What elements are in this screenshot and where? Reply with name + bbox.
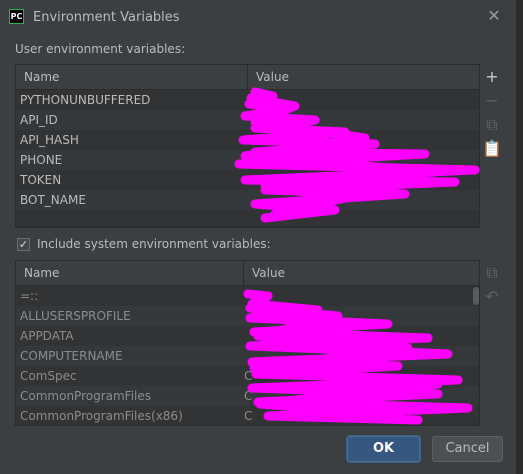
plus-icon[interactable]: +: [481, 66, 503, 88]
table-row[interactable]: COMPUTERNAME: [16, 346, 479, 366]
table-row[interactable]: TOKEN: [16, 170, 479, 190]
variable-name-cell[interactable]: ALLUSERSPROFILE: [16, 306, 131, 326]
copy-icon[interactable]: ⧉: [481, 262, 503, 284]
table-row[interactable]: PHONE: [16, 150, 479, 170]
environment-variables-dialog: PC Environment Variables ✕ User environm…: [0, 0, 517, 474]
table-row[interactable]: BOT_NAME: [16, 190, 479, 210]
user-vars-rows: PYTHONUNBUFFERED API_ID API_HASH PHONE TOKEN…: [16, 90, 479, 210]
close-icon[interactable]: ✕: [484, 6, 504, 26]
column-header-name[interactable]: Name: [16, 65, 248, 89]
system-vars-rows: =:: ALLUSERSPROFILE APPDATA COMPUTERNAME Com…: [16, 286, 479, 425]
cancel-button[interactable]: Cancel: [432, 436, 503, 462]
variable-name-cell[interactable]: APPDATA: [16, 326, 74, 346]
column-header-value[interactable]: Value: [248, 65, 289, 89]
variable-name-cell[interactable]: CommonProgramFiles(x86): [16, 406, 183, 425]
include-system-vars-option[interactable]: ✓ Include system environment variables:: [17, 236, 271, 252]
table-row[interactable]: ALLUSERSPROFILE: [16, 306, 479, 326]
system-vars-toolbar: ⧉ ↶: [481, 262, 503, 310]
variable-name-cell[interactable]: PHONE: [16, 150, 62, 170]
column-header-value[interactable]: Value: [244, 261, 285, 285]
variable-value-cell[interactable]: C: [240, 386, 252, 406]
dialog-title: Environment Variables: [33, 10, 180, 25]
user-vars-header: Name Value: [16, 65, 479, 90]
ok-button[interactable]: OK: [347, 436, 420, 462]
table-row[interactable]: =::: [16, 286, 479, 306]
user-vars-table[interactable]: Name Value PYTHONUNBUFFERED API_ID API_HAS…: [15, 64, 480, 228]
table-row[interactable]: API_HASH: [16, 130, 479, 150]
undo-icon[interactable]: ↶: [481, 286, 503, 308]
variable-name-cell[interactable]: ComSpec: [16, 366, 77, 386]
user-vars-label: User environment variables:: [15, 42, 186, 56]
table-row[interactable]: API_ID: [16, 110, 479, 130]
include-system-vars-checkbox[interactable]: ✓: [17, 237, 30, 251]
variable-name-cell[interactable]: TOKEN: [16, 170, 61, 190]
copy-icon[interactable]: ⧉: [481, 114, 503, 136]
include-system-vars-label: Include system environment variables:: [37, 237, 271, 251]
paste-icon[interactable]: 📋: [481, 138, 503, 160]
title-bar: PC Environment Variables ✕: [0, 0, 516, 36]
variable-name-cell[interactable]: COMPUTERNAME: [16, 346, 123, 366]
scrollbar-thumb[interactable]: [473, 287, 479, 305]
variable-value-cell[interactable]: C: [240, 406, 252, 425]
user-vars-toolbar: + − ⧉ 📋: [481, 66, 503, 162]
variable-name-cell[interactable]: API_ID: [16, 110, 58, 130]
system-vars-header: Name Value: [16, 261, 479, 286]
table-row[interactable]: CommonProgramFiles C: [16, 386, 479, 406]
background-ide-window-edge: [517, 0, 523, 474]
table-row[interactable]: PYTHONUNBUFFERED: [16, 90, 479, 110]
pycharm-app-icon: PC: [9, 9, 24, 24]
minus-icon[interactable]: −: [481, 90, 503, 112]
variable-value-cell[interactable]: C: [240, 366, 252, 386]
column-header-name[interactable]: Name: [16, 261, 244, 285]
variable-name-cell[interactable]: PYTHONUNBUFFERED: [16, 90, 150, 110]
variable-name-cell[interactable]: API_HASH: [16, 130, 79, 150]
table-row[interactable]: ComSpec C: [16, 366, 479, 386]
table-row[interactable]: CommonProgramFiles(x86) C: [16, 406, 479, 425]
variable-name-cell[interactable]: BOT_NAME: [16, 190, 86, 210]
table-row[interactable]: APPDATA: [16, 326, 479, 346]
system-vars-scrollbar[interactable]: [472, 285, 479, 425]
variable-name-cell[interactable]: CommonProgramFiles: [16, 386, 151, 406]
system-vars-table[interactable]: Name Value =:: ALLUSERSPROFILE APPDATA COMP…: [15, 260, 480, 426]
variable-name-cell[interactable]: =::: [16, 286, 38, 306]
